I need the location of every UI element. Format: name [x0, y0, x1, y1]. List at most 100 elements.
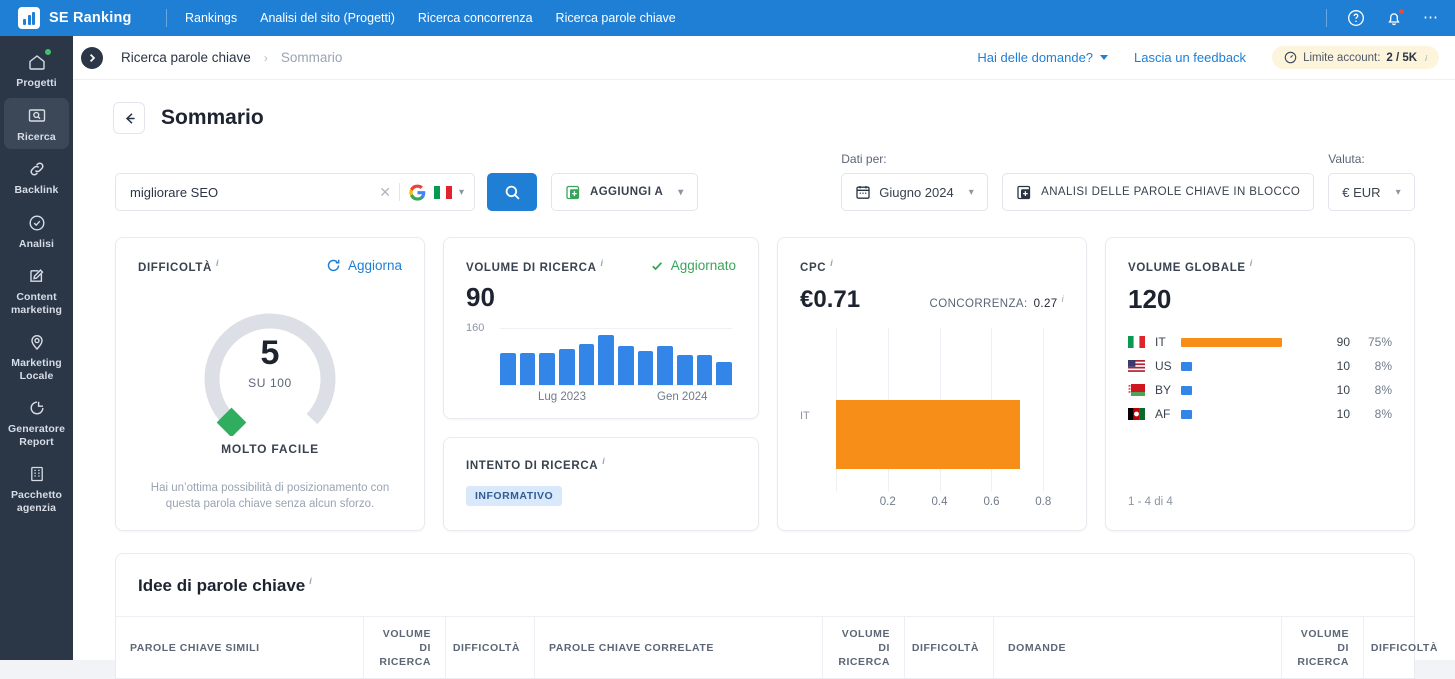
info-icon[interactable]: i [830, 258, 833, 268]
volume-bars [500, 328, 733, 385]
help-circle-icon[interactable] [1347, 9, 1365, 27]
search-volume-card: VOLUME DI RICERCA i Aggiornato 90 160 Lu… [443, 237, 759, 419]
toolbar: ✕ ▾ AGGIUNGI A ▾ [73, 134, 1455, 211]
period-selector[interactable]: Giugno 2024 ▾ [841, 173, 989, 211]
refresh-difficulty-button[interactable]: Aggiorna [326, 258, 402, 273]
currency-selector[interactable]: € EUR ▾ [1328, 173, 1415, 211]
info-icon[interactable]: i [1062, 294, 1064, 304]
breadcrumb-parent-link[interactable]: Ricerca parole chiave [121, 50, 251, 65]
table-column-header[interactable]: DOMANDE [993, 617, 1281, 678]
table-column-header[interactable]: VOLUME DI RICERCA [822, 617, 904, 678]
table-column-header[interactable]: PAROLE CHIAVE CORRELATE [534, 617, 822, 678]
chevron-down-icon[interactable]: ▾ [459, 187, 464, 198]
chevron-down-icon[interactable]: ▾ [1396, 187, 1401, 198]
close-icon[interactable]: ✕ [371, 184, 399, 201]
global-volume-card: VOLUME GLOBALE i 120 IT 90 75% US 10 8% BY 10 8% A… [1105, 237, 1415, 531]
flag-it-icon [1128, 336, 1145, 348]
info-icon[interactable]: i [601, 258, 604, 268]
country-volume: 10 [1336, 359, 1350, 373]
bulk-keyword-analysis-button[interactable]: ANALISI DELLE PAROLE CHIAVE IN BLOCCO [1002, 173, 1315, 211]
country-code: AF [1155, 407, 1171, 421]
topnav-item-competitor-research[interactable]: Ricerca concorrenza [418, 11, 533, 25]
info-icon[interactable]: i [309, 576, 312, 586]
global-volume-value: 120 [1128, 284, 1172, 314]
keyword-ideas-table-header: PAROLE CHIAVE SIMILI VOLUME DI RICERCA DIF… [116, 616, 1437, 678]
search-input[interactable] [130, 184, 372, 200]
sidebar-item-content-marketing[interactable]: Content marketing [4, 258, 69, 322]
topnav-item-keyword-research[interactable]: Ricerca parole chiave [556, 11, 676, 25]
chevron-down-icon[interactable]: ▾ [678, 187, 683, 198]
table-column-header[interactable]: PAROLE CHIAVE SIMILI [116, 617, 363, 678]
cpc-value-row: €0.71 CONCORRENZA: 0.27 i [800, 276, 1064, 314]
info-icon[interactable]: i [1425, 53, 1427, 63]
sidebar-label-marketing-locale: Marketing Locale [11, 357, 62, 382]
feedback-link[interactable]: Lascia un feedback [1134, 50, 1246, 65]
data-period-group: Dati per: Giugno 2024 ▾ [841, 152, 989, 211]
account-limit-badge[interactable]: Limite account: 2 / 5K i [1272, 46, 1439, 69]
search-volume-header: VOLUME DI RICERCA i Aggiornato [466, 258, 736, 274]
sidebar-label-content-marketing: Content marketing [10, 291, 63, 316]
refresh-label: Aggiorna [347, 258, 402, 274]
country-volume-row: US 10 8% [1128, 354, 1392, 378]
keyword-search-box[interactable]: ✕ ▾ [115, 173, 475, 211]
sidebar-item-progetti[interactable]: Progetti [4, 44, 69, 96]
country-volume: 90 [1336, 335, 1350, 349]
questions-dropdown[interactable]: Hai delle domande? [977, 50, 1109, 65]
table-column-header[interactable]: DIFFICOLTÀ [904, 617, 993, 678]
country-percent: 75% [1367, 335, 1392, 349]
keyword-ideas-section: Idee di parole chiave i PAROLE CHIAVE SIM… [115, 553, 1437, 679]
check-circle-icon [26, 212, 48, 234]
global-volume-title: VOLUME GLOBALE i [1128, 258, 1253, 274]
bell-icon[interactable] [1385, 8, 1405, 27]
back-button[interactable] [113, 102, 145, 134]
bulk-spacer [1002, 152, 1314, 166]
more-menu-icon[interactable]: ⋯ [1423, 10, 1439, 25]
sidebar-label-ricerca: Ricerca [17, 130, 56, 143]
brand-name: SE Ranking [49, 10, 132, 26]
country-bar [1181, 361, 1192, 371]
country-volume-row: AF 10 8% [1128, 402, 1392, 426]
country-volume-row: IT 90 75% [1128, 330, 1392, 354]
table-column-header[interactable]: VOLUME DI RICERCA [1281, 617, 1363, 678]
country-volume-row: BY 10 8% [1128, 378, 1392, 402]
difficulty-gauge: 5 SU 100 [187, 288, 353, 438]
topnav-item-site-analysis[interactable]: Analisi del sito (Progetti) [260, 11, 395, 25]
cpc-bar [836, 400, 1020, 470]
search-volume-value: 90 [466, 281, 495, 312]
status-dot-badge [45, 49, 51, 55]
breadcrumb-current: Sommario [280, 50, 343, 65]
sidebar-item-analisi[interactable]: Analisi [4, 205, 69, 257]
topnav-item-rankings[interactable]: Rankings [185, 11, 237, 25]
flag-us-icon [1128, 360, 1145, 372]
difficulty-verdict: MOLTO FACILE [221, 441, 319, 456]
info-icon[interactable]: i [1250, 258, 1253, 268]
sidebar-label-generatore-report: Generatore Report [7, 423, 66, 448]
table-column-header[interactable]: VOLUME DI RICERCA [363, 617, 445, 678]
add-to-button[interactable]: AGGIUNGI A ▾ [551, 173, 698, 211]
search-button[interactable] [487, 173, 537, 211]
bulk-analysis-group: ANALISI DELLE PAROLE CHIAVE IN BLOCCO [1002, 152, 1315, 211]
sidebar-item-backlink[interactable]: Backlink [4, 151, 69, 203]
se-ranking-logo-icon [18, 7, 40, 29]
sidebar-item-marketing-locale[interactable]: Marketing Locale [4, 324, 69, 388]
sidebar-expand-toggle[interactable] [81, 46, 103, 69]
competition-label: CONCORRENZA: [929, 298, 1028, 310]
brand-logo-group[interactable]: SE Ranking [0, 7, 160, 29]
chevron-down-icon[interactable]: ▾ [969, 187, 974, 198]
sidebar-item-generatore-report[interactable]: Generatore Report [4, 390, 69, 454]
sidebar-label-analisi: Analisi [18, 237, 55, 250]
breadcrumb: Ricerca parole chiave › Sommario [121, 50, 342, 65]
topbar-actions-divider [1326, 9, 1327, 27]
map-pin-icon [26, 331, 48, 353]
info-icon[interactable]: i [216, 258, 219, 268]
chevron-right-icon [89, 53, 96, 62]
sidebar-item-ricerca[interactable]: Ricerca [4, 97, 69, 149]
sidebar-item-pacchetto-agenzia[interactable]: Pacchetto agenzia [4, 456, 69, 520]
search-intent-title: INTENTO DI RICERCA i [466, 456, 606, 472]
sidebar-label-backlink: Backlink [14, 184, 59, 196]
table-column-header[interactable]: DIFFICOLTÀ [445, 617, 534, 678]
info-icon[interactable]: i [602, 456, 605, 466]
table-column-header[interactable]: DIFFICOLTÀ [1363, 617, 1452, 678]
add-list-icon [566, 185, 580, 199]
arrow-left-icon [125, 112, 135, 124]
